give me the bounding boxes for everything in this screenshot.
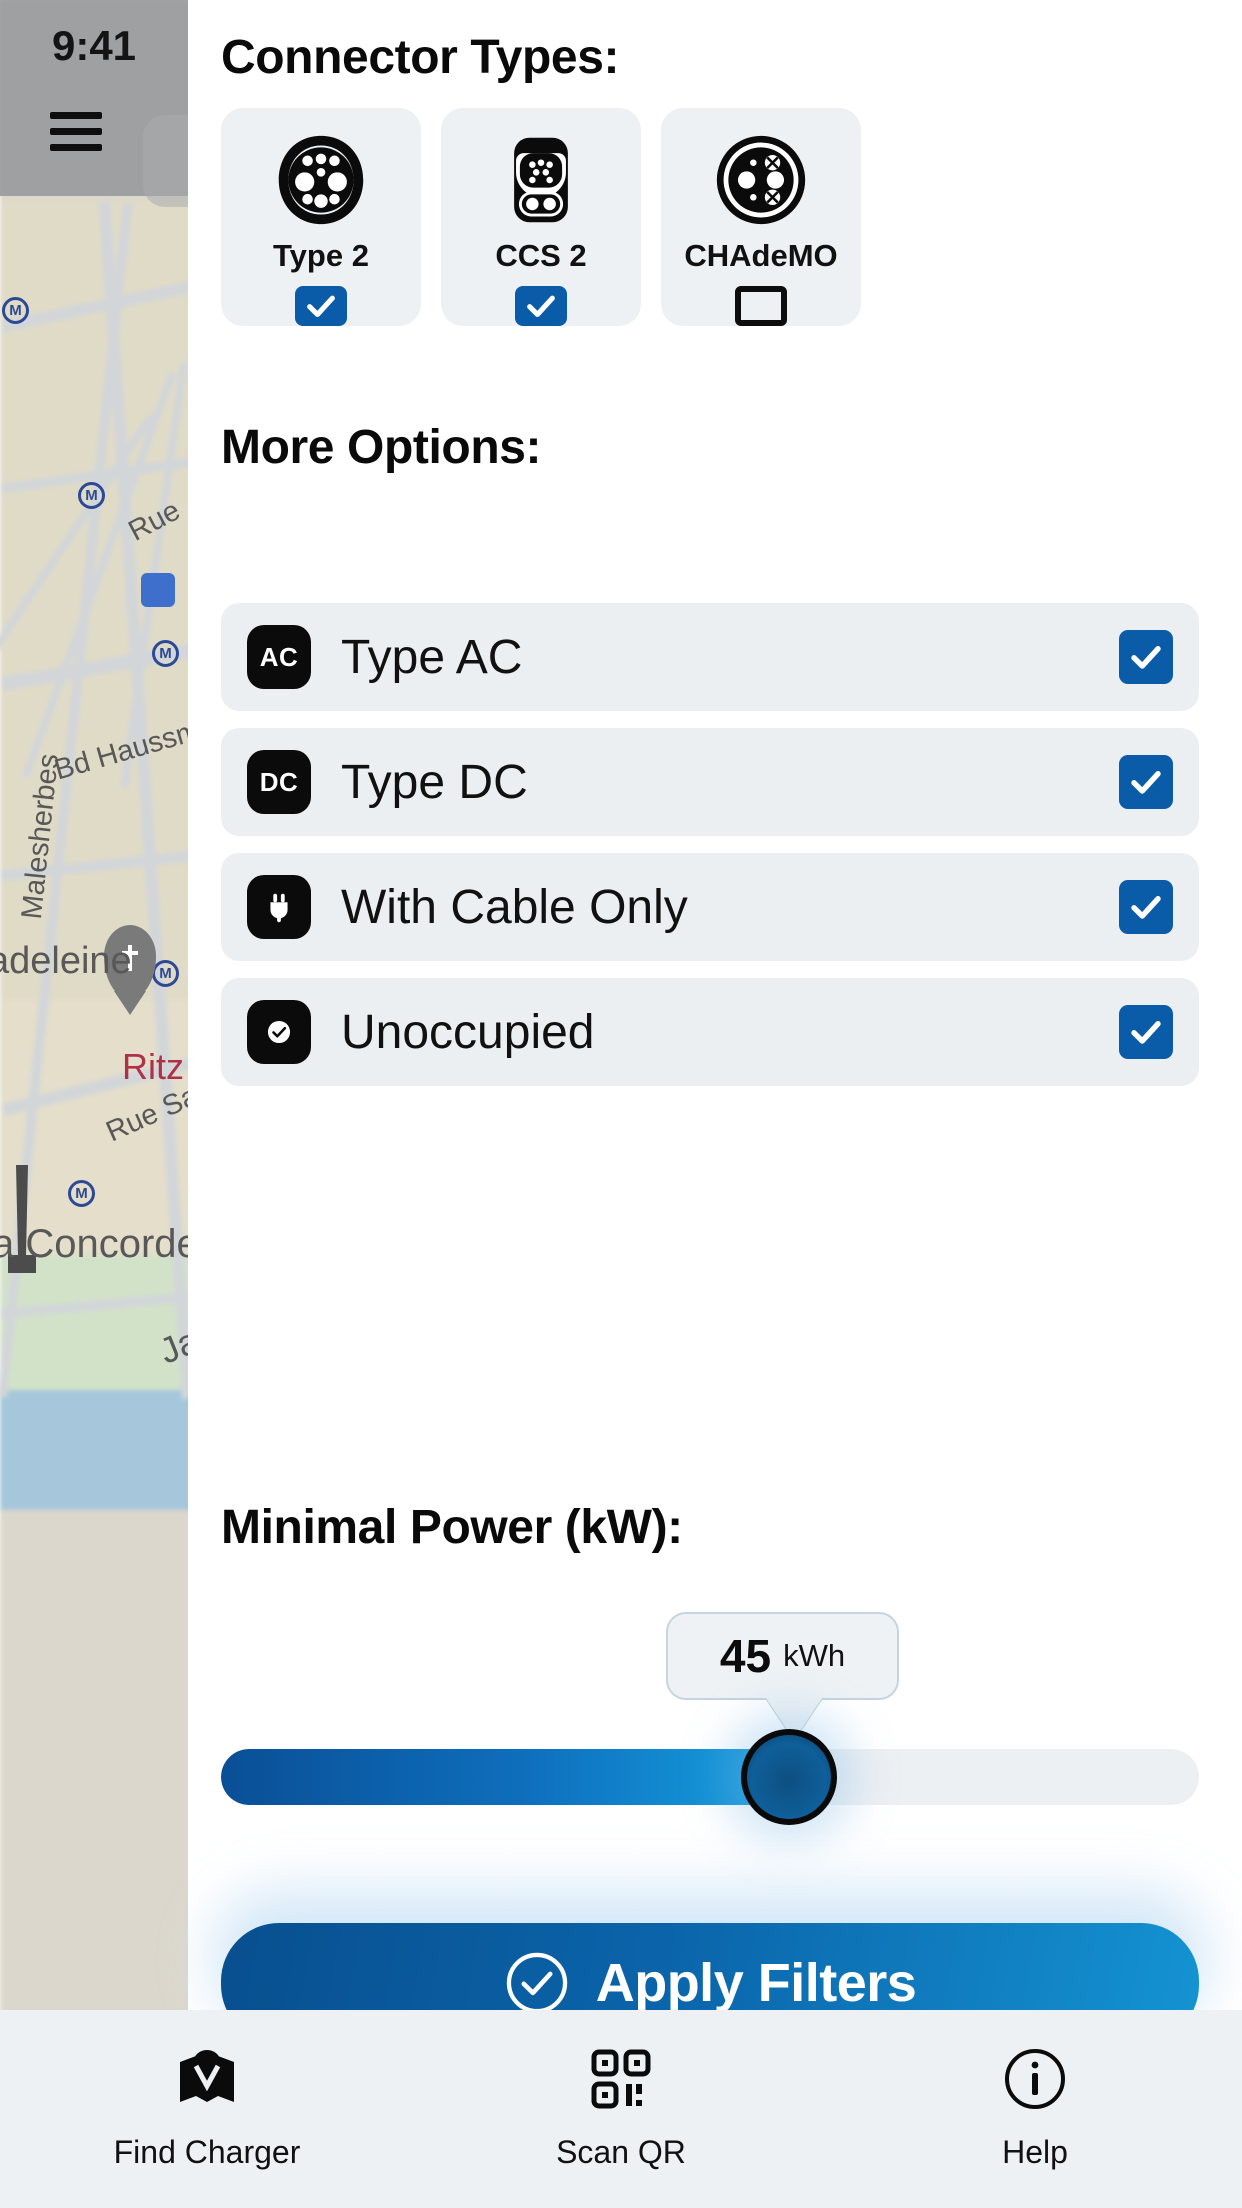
power-slider-thumb[interactable]	[741, 1729, 837, 1825]
chademo-connector-icon	[713, 132, 809, 228]
option-row-with-cable-only[interactable]: With Cable Only	[221, 853, 1199, 961]
dc-badge-icon: DC	[247, 750, 311, 814]
map-pin-icon	[174, 2046, 240, 2112]
tab-help[interactable]: Help	[828, 2010, 1242, 2208]
more-options-list: AC Type AC DC Type DC With Cable Only Un…	[221, 603, 1199, 1103]
option-checkbox-type-ac[interactable]	[1119, 630, 1173, 684]
status-time: 9:41	[51, 22, 137, 69]
connector-types-title: Connector Types:	[221, 31, 620, 84]
dc-badge-label: DC	[259, 766, 299, 797]
option-checkbox-with-cable-only[interactable]	[1119, 880, 1173, 934]
type2-connector-icon	[273, 132, 369, 228]
option-label: Type DC	[341, 755, 528, 809]
power-slider-unit: kWh	[783, 1638, 846, 1673]
more-options-title: More Options:	[221, 421, 542, 474]
tab-label: Help	[1002, 2134, 1068, 2170]
connector-card-type2[interactable]: Type 2	[221, 108, 421, 326]
option-label: Unoccupied	[341, 1005, 595, 1059]
plug-icon	[247, 875, 311, 939]
minimal-power-title: Minimal Power (kW):	[221, 1501, 683, 1554]
hamburger-menu-icon[interactable]	[50, 112, 102, 158]
option-checkbox-unoccupied[interactable]	[1119, 1005, 1173, 1059]
apply-filters-label: Apply Filters	[595, 1953, 917, 2013]
connector-checkbox-type2[interactable]	[295, 286, 347, 326]
connector-card-label: CHAdeMO	[684, 238, 838, 273]
connector-card-ccs2[interactable]: CCS 2	[441, 108, 641, 326]
ac-badge-label: AC	[259, 641, 299, 672]
option-checkbox-type-dc[interactable]	[1119, 755, 1173, 809]
option-row-type-dc[interactable]: DC Type DC	[221, 728, 1199, 836]
info-circle-icon	[1002, 2046, 1068, 2112]
tab-find-charger[interactable]: Find Charger	[0, 2010, 414, 2208]
option-label: Type AC	[341, 630, 523, 684]
tab-scan-qr[interactable]: Scan QR	[414, 2010, 828, 2208]
power-slider-tooltip: 45 kWh	[666, 1612, 899, 1700]
check-circle-icon	[504, 1950, 570, 2016]
check-circle-icon	[247, 1000, 311, 1064]
option-row-unoccupied[interactable]: Unoccupied	[221, 978, 1199, 1086]
power-slider-fill	[221, 1749, 779, 1805]
filter-panel: Connector Types: Type 2 CCS 2 CHAdeMO Mo…	[188, 0, 1242, 2060]
bottom-tab-bar: Find Charger Scan QR Help	[0, 2010, 1242, 2208]
option-label: With Cable Only	[341, 880, 688, 934]
power-slider[interactable]: 45 kWh	[221, 1612, 1199, 1825]
option-row-type-ac[interactable]: AC Type AC	[221, 603, 1199, 711]
power-slider-track[interactable]	[221, 1749, 1199, 1805]
ac-badge-icon: AC	[247, 625, 311, 689]
power-slider-value: 45	[719, 1630, 772, 1682]
connector-card-chademo[interactable]: CHAdeMO	[661, 108, 861, 326]
connector-card-label: Type 2	[273, 238, 369, 273]
connector-checkbox-ccs2[interactable]	[515, 286, 567, 326]
connector-types-list: Type 2 CCS 2 CHAdeMO	[221, 108, 861, 326]
connector-checkbox-chademo[interactable]	[735, 286, 787, 326]
tab-label: Scan QR	[556, 2134, 686, 2170]
tab-label: Find Charger	[113, 2134, 301, 2170]
qr-code-icon	[588, 2046, 654, 2112]
ccs2-connector-icon	[493, 132, 589, 228]
connector-card-label: CCS 2	[495, 238, 587, 273]
